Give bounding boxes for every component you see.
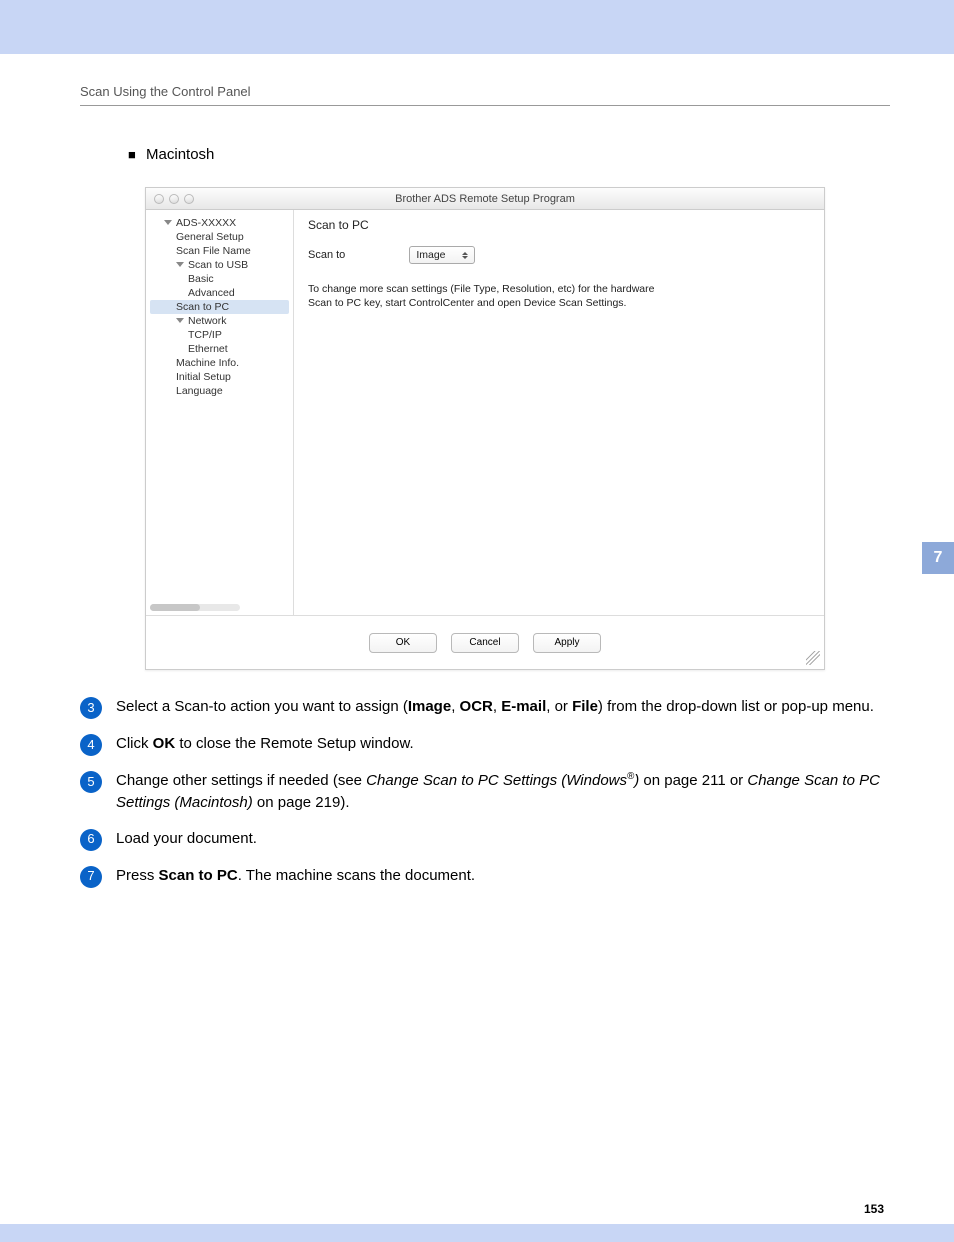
step-number-badge: 7 <box>80 866 102 888</box>
tree-item[interactable]: Network <box>150 314 289 328</box>
remote-setup-window: Brother ADS Remote Setup Program ADS-XXX… <box>145 187 825 670</box>
ok-button[interactable]: OK <box>369 633 437 653</box>
step-6: 6 Load your document. <box>80 828 890 851</box>
steps-list: 3 Select a Scan-to action you want to as… <box>80 696 890 888</box>
cancel-button[interactable]: Cancel <box>451 633 519 653</box>
scan-to-label: Scan to <box>308 249 345 261</box>
square-bullet-icon: ■ <box>128 147 136 162</box>
chevron-down-icon[interactable] <box>164 220 172 225</box>
content-panel: Scan to PC Scan to Image To change more … <box>294 210 824 615</box>
traffic-lights[interactable] <box>154 194 194 204</box>
step-3: 3 Select a Scan-to action you want to as… <box>80 696 890 719</box>
step-7-text: Press Scan to PC. The machine scans the … <box>116 865 890 887</box>
tree-item[interactable]: TCP/IP <box>150 328 289 342</box>
apply-button[interactable]: Apply <box>533 633 601 653</box>
tree-item[interactable]: Advanced <box>150 286 289 300</box>
top-blue-band <box>0 0 954 54</box>
macintosh-heading: ■ Macintosh <box>128 146 890 163</box>
step-4: 4 Click OK to close the Remote Setup win… <box>80 733 890 756</box>
step-5: 5 Change other settings if needed (see C… <box>80 770 890 814</box>
close-icon[interactable] <box>154 194 164 204</box>
heading-text: Macintosh <box>146 146 214 163</box>
page-number: 153 <box>80 902 890 1216</box>
tree-item[interactable]: General Setup <box>150 230 289 244</box>
zoom-icon[interactable] <box>184 194 194 204</box>
step-5-text: Change other settings if needed (see Cha… <box>116 770 890 814</box>
chapter-tab: 7 <box>922 542 954 574</box>
step-6-text: Load your document. <box>116 828 890 850</box>
window-titlebar[interactable]: Brother ADS Remote Setup Program <box>146 188 824 210</box>
step-3-text: Select a Scan-to action you want to assi… <box>116 696 890 718</box>
tree-item[interactable]: Scan File Name <box>150 244 289 258</box>
window-title: Brother ADS Remote Setup Program <box>146 193 824 205</box>
tree-item[interactable]: Language <box>150 384 289 398</box>
tree-root-label: ADS-XXXXX <box>176 217 236 229</box>
minimize-icon[interactable] <box>169 194 179 204</box>
step-4-text: Click OK to close the Remote Setup windo… <box>116 733 890 755</box>
step-7: 7 Press Scan to PC. The machine scans th… <box>80 865 890 888</box>
tree-item-scan-to-pc[interactable]: Scan to PC <box>150 300 289 314</box>
hint-text: To change more scan settings (File Type,… <box>308 282 810 310</box>
tree-root[interactable]: ADS-XXXXX <box>150 216 289 230</box>
tree-item[interactable]: Machine Info. <box>150 356 289 370</box>
content-title: Scan to PC <box>308 218 810 232</box>
scan-to-value: Image <box>416 249 445 261</box>
horizontal-scrollbar[interactable] <box>150 604 240 611</box>
tree-item[interactable]: Ethernet <box>150 342 289 356</box>
chevron-down-icon[interactable] <box>176 262 184 267</box>
resize-grip-icon[interactable] <box>806 651 820 665</box>
tree-item[interactable]: Basic <box>150 272 289 286</box>
step-number-badge: 3 <box>80 697 102 719</box>
tree-item[interactable]: Scan to USB <box>150 258 289 272</box>
step-number-badge: 6 <box>80 829 102 851</box>
window-footer: OK Cancel Apply <box>146 615 824 669</box>
bottom-blue-band <box>0 1224 954 1242</box>
chevron-down-icon[interactable] <box>176 318 184 323</box>
updown-icon <box>462 252 468 259</box>
tree-item[interactable]: Initial Setup <box>150 370 289 384</box>
settings-tree-panel[interactable]: ADS-XXXXX General Setup Scan File Name S… <box>146 210 294 615</box>
running-header: Scan Using the Control Panel <box>80 54 890 106</box>
step-number-badge: 4 <box>80 734 102 756</box>
scan-to-dropdown[interactable]: Image <box>409 246 475 264</box>
step-number-badge: 5 <box>80 771 102 793</box>
